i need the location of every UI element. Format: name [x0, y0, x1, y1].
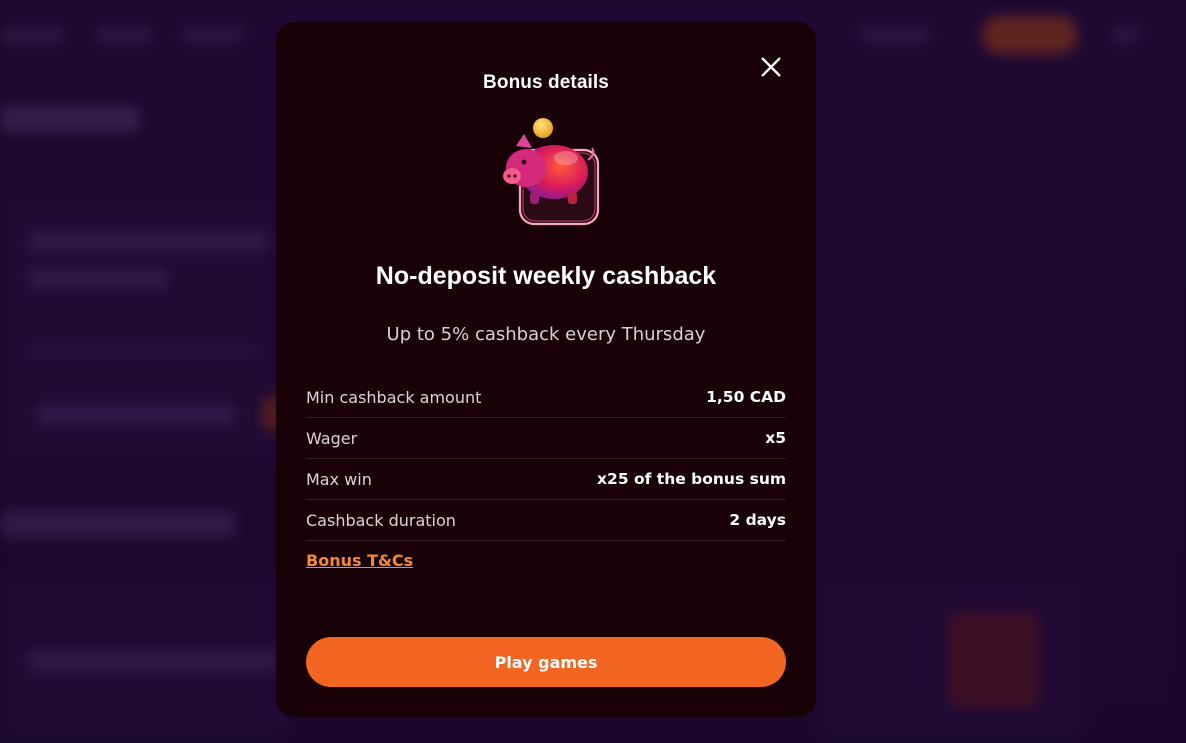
bonus-tcs-link[interactable]: Bonus T&Cs: [306, 551, 413, 570]
bonus-title: No-deposit weekly cashback: [375, 262, 717, 290]
detail-value: 1,50 CAD: [706, 388, 786, 406]
detail-value: x5: [765, 429, 786, 447]
detail-row-min-cashback: Min cashback amount 1,50 CAD: [306, 377, 786, 418]
detail-label: Wager: [306, 428, 358, 448]
detail-row-max-win: Max win x25 of the bonus sum: [306, 459, 786, 500]
play-games-button[interactable]: Play games: [306, 637, 786, 687]
close-icon: [761, 57, 781, 77]
bonus-details-modal: Bonus details No-deposit weekly cashback…: [276, 22, 816, 717]
detail-label: Max win: [306, 469, 372, 489]
piggy-bank-icon: [486, 110, 606, 230]
close-button[interactable]: [756, 52, 786, 82]
detail-value: x25 of the bonus sum: [597, 470, 786, 488]
bonus-subtitle: Up to 5% cashback every Thursday: [386, 324, 706, 345]
detail-row-cashback-duration: Cashback duration 2 days: [306, 500, 786, 541]
bonus-details-list: Min cashback amount 1,50 CAD Wager x5 Ma…: [306, 377, 786, 541]
detail-value: 2 days: [729, 511, 786, 529]
detail-label: Cashback duration: [306, 510, 456, 530]
modal-title: Bonus details: [483, 72, 609, 93]
detail-row-wager: Wager x5: [306, 418, 786, 459]
detail-label: Min cashback amount: [306, 387, 482, 407]
